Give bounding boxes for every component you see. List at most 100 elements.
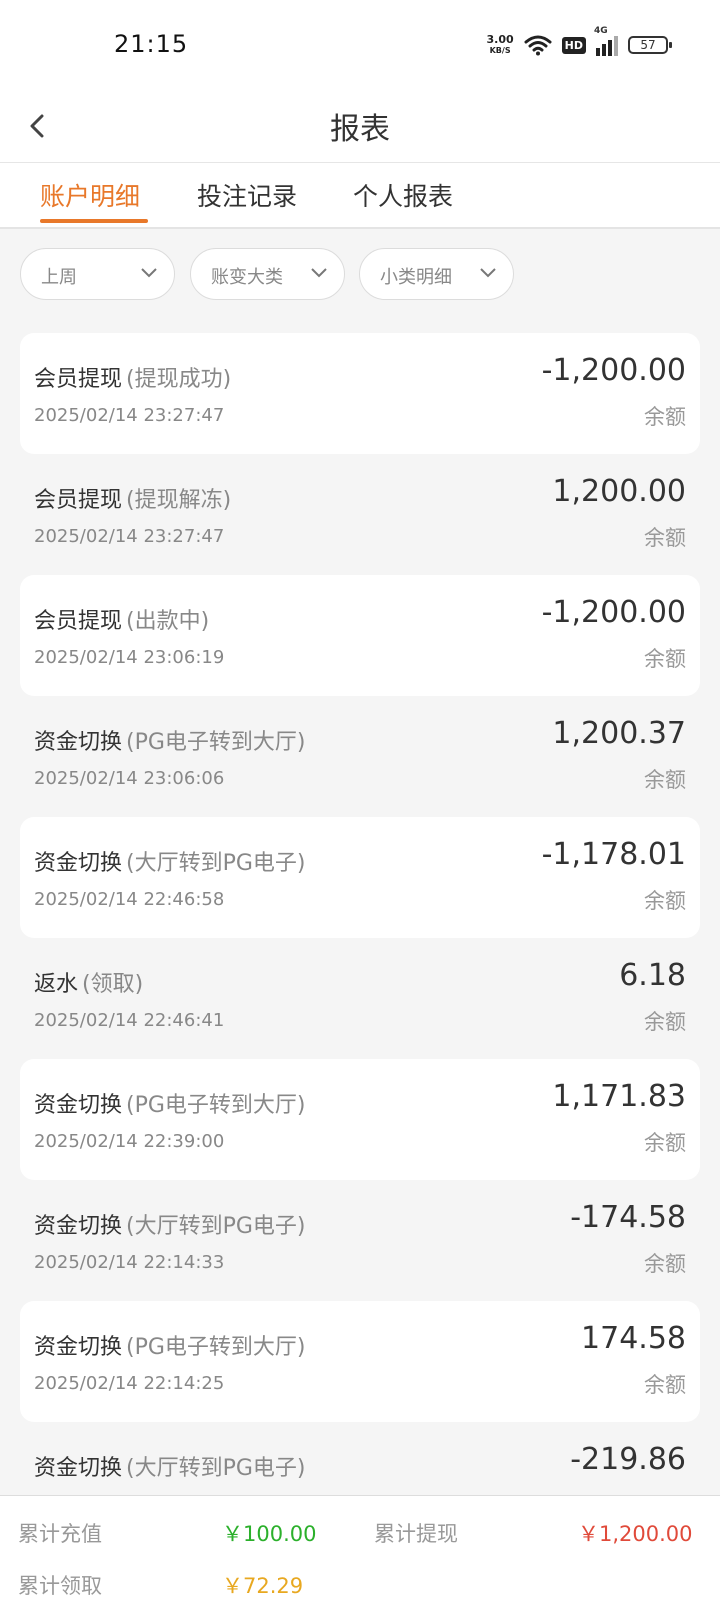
record-detail: (PG电子转到大厅) [126,1335,306,1360]
record-balance-label: 余额 [644,405,686,429]
record-amount: -1,200.00 [541,595,686,630]
tab-account-details[interactable]: 账户明细 [40,177,140,213]
record-amount: -1,178.01 [541,837,686,872]
record-type: 返水 [34,972,79,997]
record-detail: (提现解冻) [126,488,232,513]
record-type: 资金切换 [34,851,123,876]
total-deposit-value: ￥100.00 [222,1522,317,1546]
record-balance-label: 余额 [644,526,686,550]
net-speed-unit: KB/S [489,46,511,55]
record-time: 2025/02/14 23:27:47 [34,526,225,547]
record-type: 资金切换 [34,1214,123,1239]
record-balance-label: 余额 [644,1131,686,1155]
record-title: 会员提现 (提现成功) [34,361,231,393]
list-item[interactable]: 资金切换 (大厅转到PG电子) 2025/02/14 22:46:58 -1,17… [20,817,700,938]
record-title: 资金切换 (PG电子转到大厅) [34,1329,306,1361]
net-speed: 3.00 KB/S [487,34,514,56]
list-item[interactable]: 会员提现 (出款中) 2025/02/14 23:06:19 -1,200.00 … [20,575,700,696]
record-balance-label: 余额 [644,889,686,913]
record-list: 会员提现 (提现成功) 2025/02/14 23:27:47 -1,200.00… [20,333,700,1543]
filter-category-label: 账变大类 [211,267,283,288]
record-title: 会员提现 (出款中) [34,603,209,635]
record-balance-label: 余额 [644,1373,686,1397]
filter-subcategory-dropdown[interactable]: 小类明细 [359,248,514,300]
record-type: 资金切换 [34,1093,123,1118]
total-claim-label: 累计领取 [18,1574,102,1598]
network-type: 4G [594,26,608,36]
record-amount: 1,200.00 [552,474,686,509]
filter-period-dropdown[interactable]: 上周 [20,248,175,300]
status-time: 21:15 [114,30,189,58]
record-amount: 1,200.37 [552,716,686,751]
tab-bar: 账户明细 投注记录 个人报表 [0,163,720,229]
record-amount: 6.18 [619,958,686,993]
record-detail: (领取) [82,972,144,997]
battery-level: 57 [640,38,656,52]
battery-icon: 57 [628,36,672,54]
record-type: 资金切换 [34,1335,123,1360]
chevron-down-icon [141,268,157,278]
tab-personal-report[interactable]: 个人报表 [353,177,453,213]
summary-footer: 累计充值 ￥100.00 累计提现 ￥1,200.00 累计领取 ￥72.29 [0,1495,720,1613]
record-title: 资金切换 (PG电子转到大厅) [34,1087,306,1119]
wifi-icon [524,35,552,56]
list-item[interactable]: 会员提现 (提现成功) 2025/02/14 23:27:47 -1,200.00… [20,333,700,454]
record-time: 2025/02/14 22:39:00 [34,1131,225,1152]
chevron-down-icon [480,268,496,278]
status-icons: 3.00 KB/S HD 4G 57 [487,26,672,60]
record-balance-label: 余额 [644,1010,686,1034]
filter-period-label: 上周 [41,267,77,288]
record-title: 资金切换 (大厅转到PG电子) [34,1450,306,1482]
record-detail: (提现成功) [126,367,232,392]
record-balance-label: 余额 [644,1252,686,1276]
total-claim-value: ￥72.29 [222,1574,304,1598]
record-title: 资金切换 (大厅转到PG电子) [34,845,306,877]
record-amount: -219.86 [570,1442,686,1477]
record-amount: -174.58 [570,1200,686,1235]
record-title: 资金切换 (PG电子转到大厅) [34,724,306,756]
signal-icon: 4G [594,26,618,56]
list-item[interactable]: 资金切换 (PG电子转到大厅) 2025/02/14 23:06:06 1,200… [20,696,700,817]
nav-bar: 报表 [0,90,720,163]
record-time: 2025/02/14 23:06:19 [34,647,225,668]
record-detail: (PG电子转到大厅) [126,1093,306,1118]
list-item[interactable]: 资金切换 (PG电子转到大厅) 2025/02/14 22:39:00 1,171… [20,1059,700,1180]
list-item[interactable]: 资金切换 (PG电子转到大厅) 2025/02/14 22:14:25 174.5… [20,1301,700,1422]
record-time: 2025/02/14 23:27:47 [34,405,225,426]
total-deposit-label: 累计充值 [18,1522,102,1546]
list-item[interactable]: 返水 (领取) 2025/02/14 22:46:41 6.18 余额 [20,938,700,1059]
record-detail: (出款中) [126,609,210,634]
record-type: 会员提现 [34,367,123,392]
total-withdraw-value: ￥1,200.00 [578,1522,693,1546]
tab-bet-records[interactable]: 投注记录 [197,177,297,213]
filter-subcategory-label: 小类明细 [380,267,452,288]
record-title: 会员提现 (提现解冻) [34,482,231,514]
record-title: 资金切换 (大厅转到PG电子) [34,1208,306,1240]
record-time: 2025/02/14 22:46:58 [34,889,225,910]
total-withdraw-label: 累计提现 [374,1522,458,1546]
filter-bar: 上周 账变大类 小类明细 [0,248,720,304]
active-tab-indicator [40,219,148,223]
record-amount: 1,171.83 [552,1079,686,1114]
filter-category-dropdown[interactable]: 账变大类 [190,248,345,300]
list-item[interactable]: 会员提现 (提现解冻) 2025/02/14 23:27:47 1,200.00 … [20,454,700,575]
record-type: 会员提现 [34,488,123,513]
record-detail: (大厅转到PG电子) [126,1456,306,1481]
list-item[interactable]: 资金切换 (大厅转到PG电子) 2025/02/14 22:14:33 -174.… [20,1180,700,1301]
record-detail: (PG电子转到大厅) [126,730,306,755]
record-type: 资金切换 [34,730,123,755]
record-amount: 174.58 [581,1321,686,1356]
record-amount: -1,200.00 [541,353,686,388]
status-bar: 21:15 3.00 KB/S HD 4G 57 [0,0,720,90]
record-type: 会员提现 [34,609,123,634]
record-type: 资金切换 [34,1456,123,1481]
record-detail: (大厅转到PG电子) [126,851,306,876]
record-time: 2025/02/14 23:06:06 [34,768,225,789]
record-time: 2025/02/14 22:46:41 [34,1010,225,1031]
record-title: 返水 (领取) [34,966,143,998]
record-balance-label: 余额 [644,647,686,671]
record-balance-label: 余额 [644,768,686,792]
record-time: 2025/02/14 22:14:33 [34,1252,225,1273]
record-detail: (大厅转到PG电子) [126,1214,306,1239]
chevron-down-icon [311,268,327,278]
